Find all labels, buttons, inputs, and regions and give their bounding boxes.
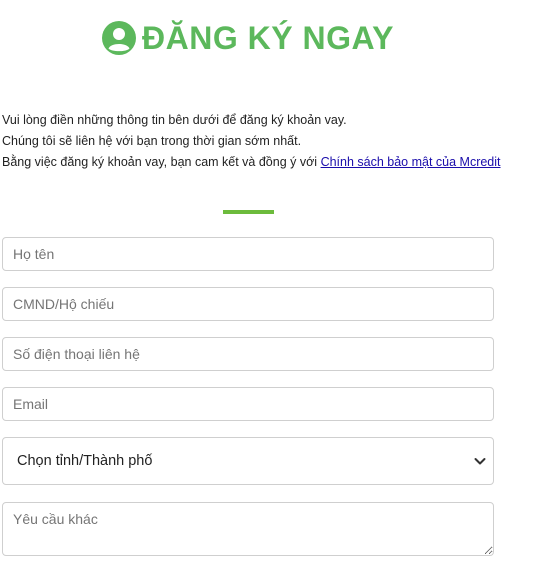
intro-text: Vui lòng điền những thông tin bên dưới đ… — [2, 110, 522, 173]
page-title: ĐĂNG KÝ NGAY — [142, 20, 394, 56]
chevron-down-icon — [474, 458, 486, 465]
intro-line-3-prefix: Bằng việc đăng ký khoản vay, bạn cam kết… — [2, 155, 321, 169]
section-divider — [223, 210, 274, 214]
intro-line-1: Vui lòng điền những thông tin bên dưới đ… — [2, 113, 347, 127]
city-select-value: Chọn tỉnh/Thành phố — [17, 453, 153, 469]
full-name-input[interactable] — [2, 237, 494, 271]
id-number-input[interactable] — [2, 287, 494, 321]
intro-line-2: Chúng tôi sẽ liên hệ với bạn trong thời … — [2, 134, 302, 148]
city-select[interactable]: Chọn tỉnh/Thành phố — [2, 437, 494, 485]
email-input[interactable] — [2, 387, 494, 421]
user-circle-icon — [102, 21, 137, 55]
other-request-textarea[interactable] — [2, 502, 494, 556]
privacy-policy-link[interactable]: Chính sách bảo mật của Mcredit — [321, 155, 501, 169]
form-header: ĐĂNG KÝ NGAY — [0, 18, 496, 58]
phone-input[interactable] — [2, 337, 494, 371]
intro-line-3: Bằng việc đăng ký khoản vay, bạn cam kết… — [2, 152, 522, 173]
